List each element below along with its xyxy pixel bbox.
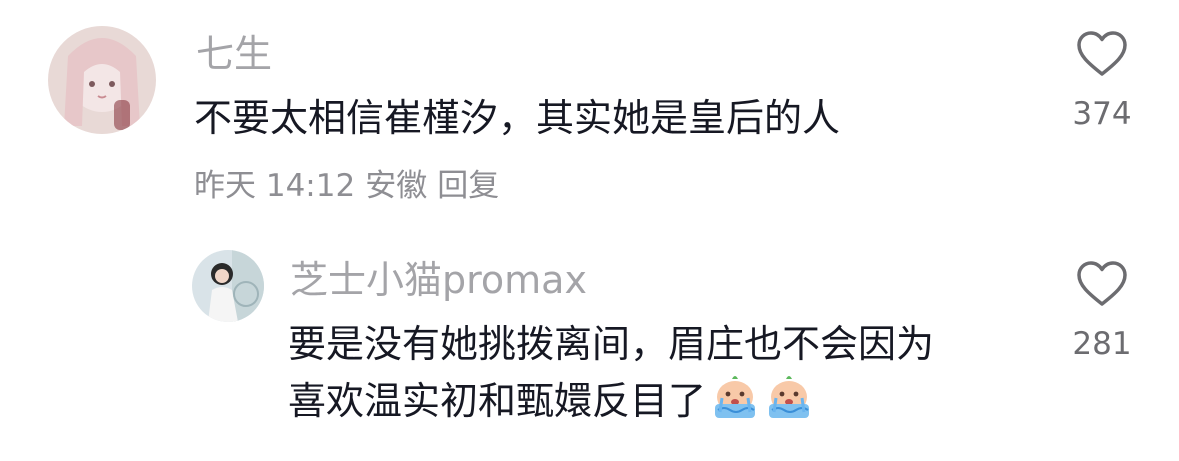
reply-button[interactable]: 回复 [437, 168, 499, 204]
comment-item: 七生 不要太相信崔槿汐，其实她是皇后的人 昨天 14:12 安徽 回复 374 [0, 0, 1179, 230]
like-button[interactable]: 281 [1042, 260, 1162, 364]
comment-location: 安徽 [365, 168, 428, 204]
crying-emoji-icon [764, 372, 814, 422]
avatar[interactable] [48, 26, 156, 134]
heart-icon [1077, 261, 1127, 306]
reply-text-line: 喜欢温实初和甄嬛反目了 [288, 372, 934, 429]
comment-meta: 昨天 14:12 安徽 回复 [194, 166, 509, 206]
reply-username[interactable]: 芝士小猫promax [290, 258, 587, 302]
reply-text-line: 要是没有她挑拨离间，眉庄也不会因为 [288, 322, 935, 366]
reply-text-line2: 喜欢温实初和甄嬛反目了 [288, 379, 707, 423]
like-count: 281 [1072, 326, 1132, 362]
comment-time: 昨天 14:12 [194, 168, 356, 204]
reply-item: 芝士小猫promax 要是没有她挑拨离间，眉庄也不会因为 喜欢温实初和甄嬛反目了 [0, 230, 1179, 461]
user-avatar-icon [48, 26, 156, 134]
comment-username[interactable]: 七生 [196, 32, 272, 76]
comment-text: 不要太相信崔槿汐，其实她是皇后的人 [194, 96, 841, 140]
like-button[interactable]: 374 [1042, 30, 1162, 134]
crying-emoji-icon [710, 372, 760, 422]
avatar[interactable] [192, 250, 264, 322]
user-avatar-icon [192, 250, 264, 322]
reply-text: 要是没有她挑拨离间，眉庄也不会因为 喜欢温实初和甄嬛反目了 [288, 316, 934, 429]
heart-icon [1077, 31, 1127, 76]
like-count: 374 [1072, 96, 1132, 132]
